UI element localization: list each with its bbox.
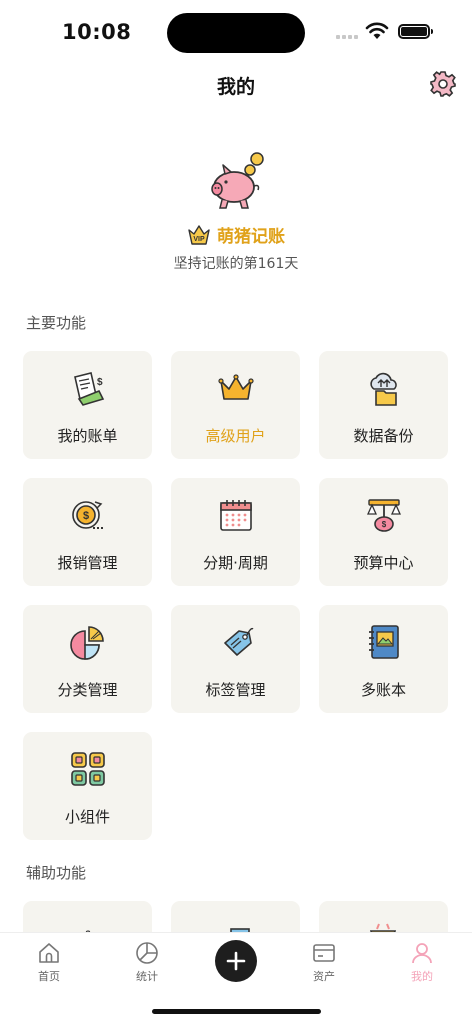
app-name: 萌猪记账: [217, 227, 285, 247]
dynamic-island: [167, 13, 305, 53]
tile-label: 分期·周期: [203, 554, 268, 572]
tag-icon: [223, 627, 253, 656]
tile-reimbursement[interactable]: $ 报销管理: [23, 478, 152, 586]
receipt-icon: $: [73, 372, 104, 406]
tile-tag-management[interactable]: 标签管理: [171, 605, 300, 713]
widgets-icon: [70, 752, 105, 786]
scale-piggy-icon: $: [366, 499, 401, 532]
page-title: 我的: [216, 76, 255, 98]
profile-section: VIP 萌猪记账 坚持记账的第161天: [0, 150, 472, 273]
tile-label: 多账本: [360, 681, 406, 699]
tile-label: 报销管理: [57, 554, 118, 572]
tile-budget-center[interactable]: $ 预算中心: [319, 478, 448, 586]
plus-icon: [226, 951, 246, 971]
vip-crown-icon: VIP: [188, 224, 210, 245]
add-record-button[interactable]: [215, 940, 257, 982]
tab-statistics[interactable]: 统计: [117, 941, 177, 984]
crown-icon: [217, 374, 254, 400]
tile-label: 我的账单: [57, 427, 118, 445]
tile-label: 小组件: [64, 808, 110, 826]
svg-text:$: $: [381, 520, 386, 529]
main-functions-grid: $ 我的账单 高级用户 数据备份 $ 报销管理 分期·周期 $ 预算中心 分类管…: [23, 351, 449, 840]
tile-my-bills[interactable]: $ 我的账单: [23, 351, 152, 459]
days-counter: 坚持记账的第161天: [173, 256, 299, 272]
piggy-bank-icon: [211, 152, 264, 209]
chart-icon: [136, 942, 158, 964]
tile-label: 标签管理: [205, 681, 266, 699]
tab-label: 统计: [136, 970, 158, 983]
tab-label: 我的: [411, 970, 433, 983]
tile-label: 高级用户: [205, 427, 266, 445]
tab-assets[interactable]: 资产: [294, 941, 354, 984]
tab-label: 资产: [313, 970, 335, 983]
svg-text:VIP: VIP: [193, 236, 205, 243]
tab-label: 首页: [38, 970, 60, 983]
tile-label: 分类管理: [57, 681, 118, 699]
pie-chart-icon: [69, 626, 104, 660]
wifi-icon: [365, 22, 389, 39]
tile-data-backup[interactable]: 数据备份: [319, 351, 448, 459]
coin-refund-icon: $: [71, 501, 103, 529]
user-icon: [412, 943, 432, 964]
gear-icon[interactable]: [429, 70, 457, 98]
tile-widgets[interactable]: 小组件: [23, 732, 152, 840]
svg-text:$: $: [82, 510, 88, 522]
cloud-folder-icon: [369, 372, 397, 406]
section-title-main: 主要功能: [26, 314, 87, 332]
calendar-icon: [219, 500, 252, 531]
tile-premium-user[interactable]: 高级用户: [171, 351, 300, 459]
tile-installment-cycle[interactable]: 分期·周期: [171, 478, 300, 586]
home-indicator: [152, 1009, 321, 1014]
battery-icon: [398, 24, 433, 39]
card-icon: [313, 944, 335, 962]
tile-label: 数据备份: [353, 427, 414, 445]
tile-category-management[interactable]: 分类管理: [23, 605, 152, 713]
status-time: 10:08: [62, 20, 132, 44]
home-icon: [39, 943, 59, 963]
notebook-icon: [368, 625, 399, 659]
tile-label: 预算中心: [353, 554, 414, 572]
status-bar: 10:08: [0, 0, 472, 62]
cellular-signal-icon: [336, 35, 358, 39]
svg-text:$: $: [97, 377, 103, 388]
tab-home[interactable]: 首页: [19, 941, 79, 984]
section-title-aux: 辅助功能: [26, 864, 87, 882]
tab-me[interactable]: 我的: [392, 941, 452, 984]
tile-multi-ledger[interactable]: 多账本: [319, 605, 448, 713]
